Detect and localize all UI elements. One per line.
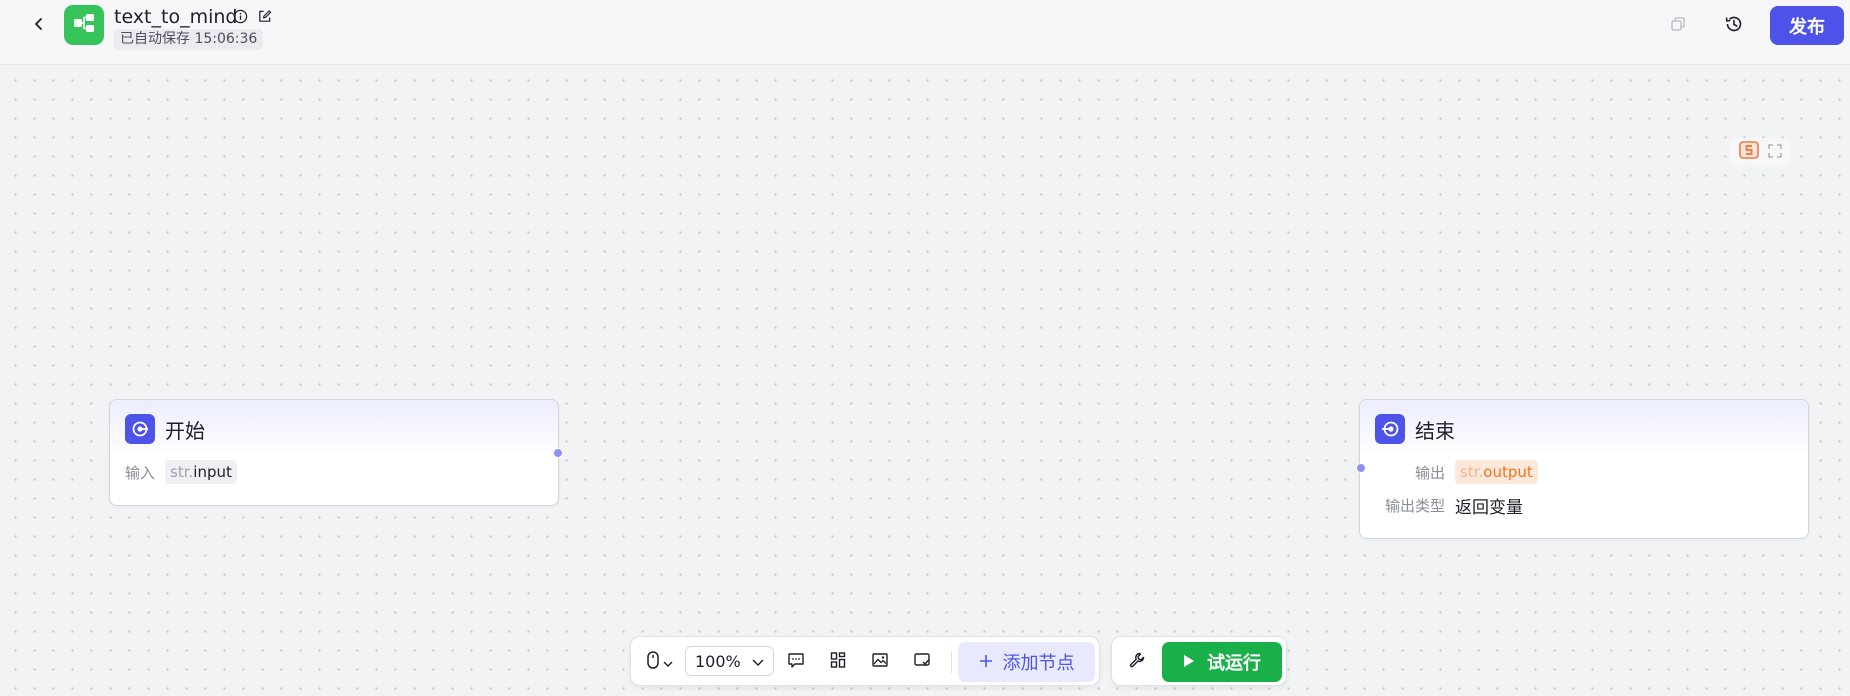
history-button[interactable] (1720, 12, 1748, 40)
input-label: 输入 (125, 463, 156, 482)
toolbar-divider (951, 651, 952, 673)
minimap-toggle-icon (913, 651, 931, 673)
end-node-icon (1375, 414, 1405, 444)
mouse-icon (646, 650, 660, 674)
auto-layout-button[interactable] (823, 647, 853, 677)
zoom-value: 100% (695, 651, 741, 671)
image-icon (871, 651, 889, 673)
app-logo (64, 5, 104, 45)
info-icon[interactable] (232, 8, 248, 24)
publish-button[interactable]: 发布 (1770, 6, 1844, 45)
interaction-mode-button[interactable] (637, 647, 681, 677)
add-node-button[interactable]: 添加节点 (958, 642, 1095, 682)
image-export-button[interactable] (865, 647, 895, 677)
copy-button[interactable] (1664, 12, 1692, 40)
chevron-down-icon (751, 654, 765, 673)
end-node[interactable]: 结束 输出 str. output 输出类型 返回变量 (1359, 399, 1809, 539)
start-node[interactable]: 开始 输入 str. input (109, 399, 559, 506)
test-run-button[interactable]: 试运行 (1162, 642, 1282, 682)
add-node-label: 添加节点 (1002, 653, 1075, 674)
layout-icon (829, 651, 847, 673)
canvas-toolbar: 100% 添加节点 (630, 636, 1100, 686)
end-input-port[interactable] (1356, 463, 1366, 473)
play-icon (1183, 652, 1195, 673)
chevron-down-icon (663, 653, 673, 672)
history-icon (1724, 14, 1744, 38)
zoom-select[interactable]: 100% (685, 646, 774, 676)
output-label: 输出 (1414, 463, 1445, 482)
fullscreen-icon[interactable] (1768, 143, 1782, 162)
copy-icon (1670, 16, 1686, 36)
comment-icon (787, 651, 805, 673)
workflow-icon (72, 11, 96, 39)
end-node-title: 结束 (1415, 418, 1455, 443)
back-icon (32, 16, 46, 35)
app-title: text_to_mind (114, 6, 238, 28)
comment-button[interactable] (781, 647, 811, 677)
workflow-canvas[interactable] (0, 65, 1850, 696)
output-type-value: 返回变量 (1455, 497, 1523, 518)
start-node-icon (125, 414, 155, 444)
test-run-label: 试运行 (1207, 653, 1261, 674)
minimap-toggle-button[interactable] (907, 647, 937, 677)
top-header: text_to_mind 已自动保存 15:06:36 发布 (0, 0, 1850, 65)
input-variable-tag: str. input (165, 460, 237, 484)
start-output-port[interactable] (553, 448, 563, 458)
run-toolbar: 试运行 (1111, 636, 1287, 686)
autosave-status: 已自动保存 15:06:36 (114, 29, 264, 50)
canvas-corner-tools (1730, 138, 1790, 166)
output-variable-tag: str. output (1455, 460, 1538, 484)
back-button[interactable] (26, 12, 52, 38)
edit-icon[interactable] (256, 8, 272, 24)
output-type-label: 输出类型 (1384, 496, 1445, 515)
wrench-icon (1128, 651, 1146, 673)
plus-icon (979, 652, 993, 673)
settings-button[interactable] (1122, 647, 1152, 677)
minimap-logo-icon (1738, 139, 1760, 165)
start-node-title: 开始 (165, 418, 205, 443)
